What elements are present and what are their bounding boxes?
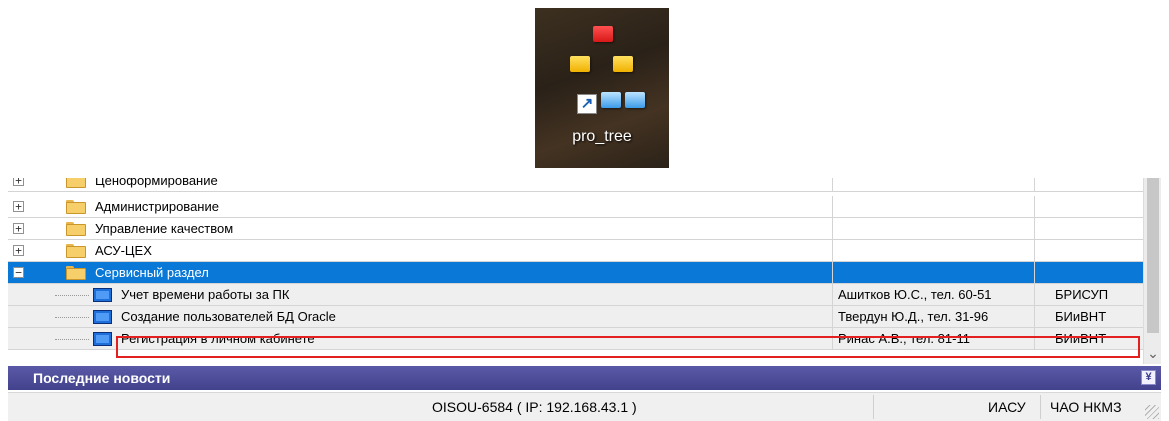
status-divider <box>873 395 874 419</box>
tree-node-red <box>593 26 613 42</box>
vertical-scrollbar[interactable]: ⌄ <box>1143 178 1161 364</box>
tree-node-yellow-right <box>613 56 633 72</box>
row-name: Сервисный раздел <box>95 265 209 280</box>
row-dept <box>1035 196 1143 217</box>
row-dept: БИиВНТ <box>1035 306 1143 327</box>
tree-connector <box>55 339 89 340</box>
row-contact <box>833 240 1035 261</box>
news-panel-header[interactable]: Последние новости ¥ <box>8 366 1161 390</box>
tree-row-folder-selected[interactable]: − Сервисный раздел <box>8 262 1143 284</box>
row-name: Ценоформирование <box>95 178 218 188</box>
row-contact <box>833 178 1035 191</box>
tree-row-app-highlighted[interactable]: Регистрация в личном кабинете Ринас А.В.… <box>8 328 1143 350</box>
tree-node-yellow-left <box>570 56 590 72</box>
row-name: Регистрация в личном кабинете <box>121 331 315 346</box>
tree-connector <box>55 295 89 296</box>
row-name: Управление качеством <box>95 221 234 236</box>
tree-connector <box>55 317 89 318</box>
app-window-icon <box>93 288 112 302</box>
row-contact: Ашитков Ю.С., тел. 60-51 <box>833 284 1035 305</box>
row-dept <box>1035 262 1143 283</box>
tree-grid: + Ценоформирование + Администрирование +… <box>8 178 1143 364</box>
shortcut-label: pro_tree <box>572 128 632 145</box>
collapse-news-icon[interactable]: ¥ <box>1141 370 1156 385</box>
expand-icon[interactable]: + <box>13 178 24 186</box>
status-org: ЧАО НКМЗ <box>1050 399 1122 415</box>
scrollbar-thumb[interactable] <box>1147 178 1159 333</box>
row-name: Создание пользователей БД Oracle <box>121 309 336 324</box>
row-dept: БРИСУП <box>1035 284 1143 305</box>
status-system: ИАСУ <box>988 399 1026 415</box>
pro-tree-shortcut[interactable]: ↗ pro_tree <box>535 8 669 168</box>
tree-row-app[interactable]: Учет времени работы за ПК Ашитков Ю.С., … <box>8 284 1143 306</box>
news-title: Последние новости <box>33 370 171 386</box>
folder-icon <box>66 222 86 236</box>
expand-icon[interactable]: + <box>13 245 24 256</box>
row-dept <box>1035 178 1143 191</box>
open-folder-icon <box>66 266 86 280</box>
tree-app-icon: ↗ <box>557 18 649 118</box>
folder-icon <box>66 200 86 214</box>
status-host: OISOU-6584 ( IP: 192.168.43.1 ) <box>432 399 637 415</box>
status-divider <box>1040 395 1041 419</box>
tree-row-app[interactable]: Создание пользователей БД Oracle Твердун… <box>8 306 1143 328</box>
tree-row-folder[interactable]: + Управление качеством <box>8 218 1143 240</box>
shortcut-arrow-icon: ↗ <box>577 94 597 114</box>
row-dept <box>1035 240 1143 261</box>
row-dept <box>1035 218 1143 239</box>
folder-icon <box>66 178 86 188</box>
scroll-down-icon[interactable]: ⌄ <box>1144 344 1162 362</box>
expand-icon[interactable]: + <box>13 201 24 212</box>
row-contact <box>833 196 1035 217</box>
row-contact: Ринас А.В., тел. 81-11 <box>833 328 1035 349</box>
app-window-icon <box>93 310 112 324</box>
row-contact <box>833 262 1035 283</box>
app-window-icon <box>93 332 112 346</box>
row-dept: БИиВНТ <box>1035 328 1143 349</box>
collapse-icon[interactable]: − <box>13 267 24 278</box>
tree-node-blue-right <box>625 92 645 108</box>
row-name: АСУ-ЦЕХ <box>95 243 152 258</box>
resize-grip-icon[interactable] <box>1145 405 1159 419</box>
row-contact: Твердун Ю.Д., тел. 31-96 <box>833 306 1035 327</box>
expand-icon[interactable]: + <box>13 223 24 234</box>
row-name: Учет времени работы за ПК <box>121 287 290 302</box>
folder-icon <box>66 244 86 258</box>
tree-row-folder[interactable]: + Ценоформирование <box>8 178 1143 192</box>
row-contact <box>833 218 1035 239</box>
row-name: Администрирование <box>95 199 219 214</box>
tree-row-folder[interactable]: + Администрирование <box>8 196 1143 218</box>
tree-row-folder[interactable]: + АСУ-ЦЕХ <box>8 240 1143 262</box>
status-bar: OISOU-6584 ( IP: 192.168.43.1 ) ИАСУ ЧАО… <box>8 392 1161 421</box>
tree-node-blue-left <box>601 92 621 108</box>
